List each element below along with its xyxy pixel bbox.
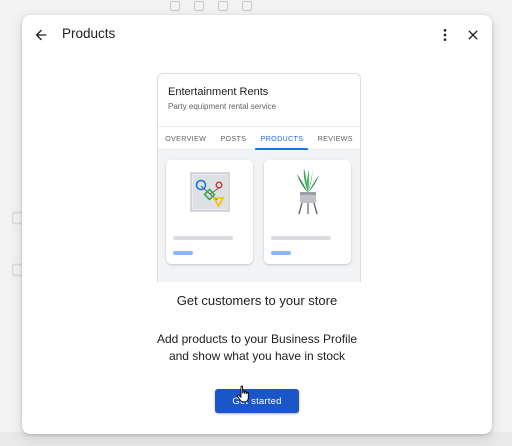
tab-reviews: REVIEWS xyxy=(317,133,353,143)
tab-overview: OVERVIEW xyxy=(165,133,207,143)
product-card xyxy=(264,160,351,264)
placeholder-price-line xyxy=(173,251,193,255)
background-icon xyxy=(218,1,228,11)
party-shapes-icon xyxy=(189,172,230,212)
back-button[interactable] xyxy=(30,24,52,46)
profile-tabs: OVERVIEW POSTS PRODUCTS REVIEWS xyxy=(158,126,360,150)
dialog-header: Products xyxy=(22,15,492,55)
more-options-button[interactable] xyxy=(434,24,456,46)
arrow-left-icon xyxy=(35,29,47,41)
description-line: and show what you have in stock xyxy=(168,349,346,363)
products-area xyxy=(158,150,360,282)
products-dialog: Products Entertainment Rents Party equip… xyxy=(22,15,492,434)
headline: Get customers to your store xyxy=(176,293,338,308)
background-footer xyxy=(0,432,512,446)
more-vert-icon xyxy=(443,29,447,41)
placeholder-text-line xyxy=(271,236,331,240)
placeholder-text-line xyxy=(173,236,233,240)
background-toolbar xyxy=(170,0,310,12)
product-card xyxy=(166,160,253,264)
close-button[interactable] xyxy=(462,24,484,46)
business-description: Party equipment rental service xyxy=(168,102,277,111)
business-profile-preview: Entertainment Rents Party equipment rent… xyxy=(157,73,361,282)
business-name: Entertainment Rents xyxy=(168,86,269,98)
potted-plant-icon xyxy=(296,168,319,215)
product-image xyxy=(264,160,351,224)
dialog-title: Products xyxy=(62,26,116,41)
close-icon xyxy=(468,30,478,40)
background-icon xyxy=(194,1,204,11)
hand-cursor-icon xyxy=(237,385,249,403)
get-started-button[interactable]: Get started xyxy=(215,389,299,413)
tab-products: PRODUCTS xyxy=(253,127,310,150)
description-line: Add products to your Business Profile xyxy=(156,332,358,346)
description: Add products to your Business Profile an… xyxy=(22,331,492,365)
product-image xyxy=(166,160,253,224)
placeholder-price-line xyxy=(271,251,291,255)
tab-posts: POSTS xyxy=(220,133,247,143)
background-icon xyxy=(170,1,180,11)
background-icon xyxy=(242,1,252,11)
